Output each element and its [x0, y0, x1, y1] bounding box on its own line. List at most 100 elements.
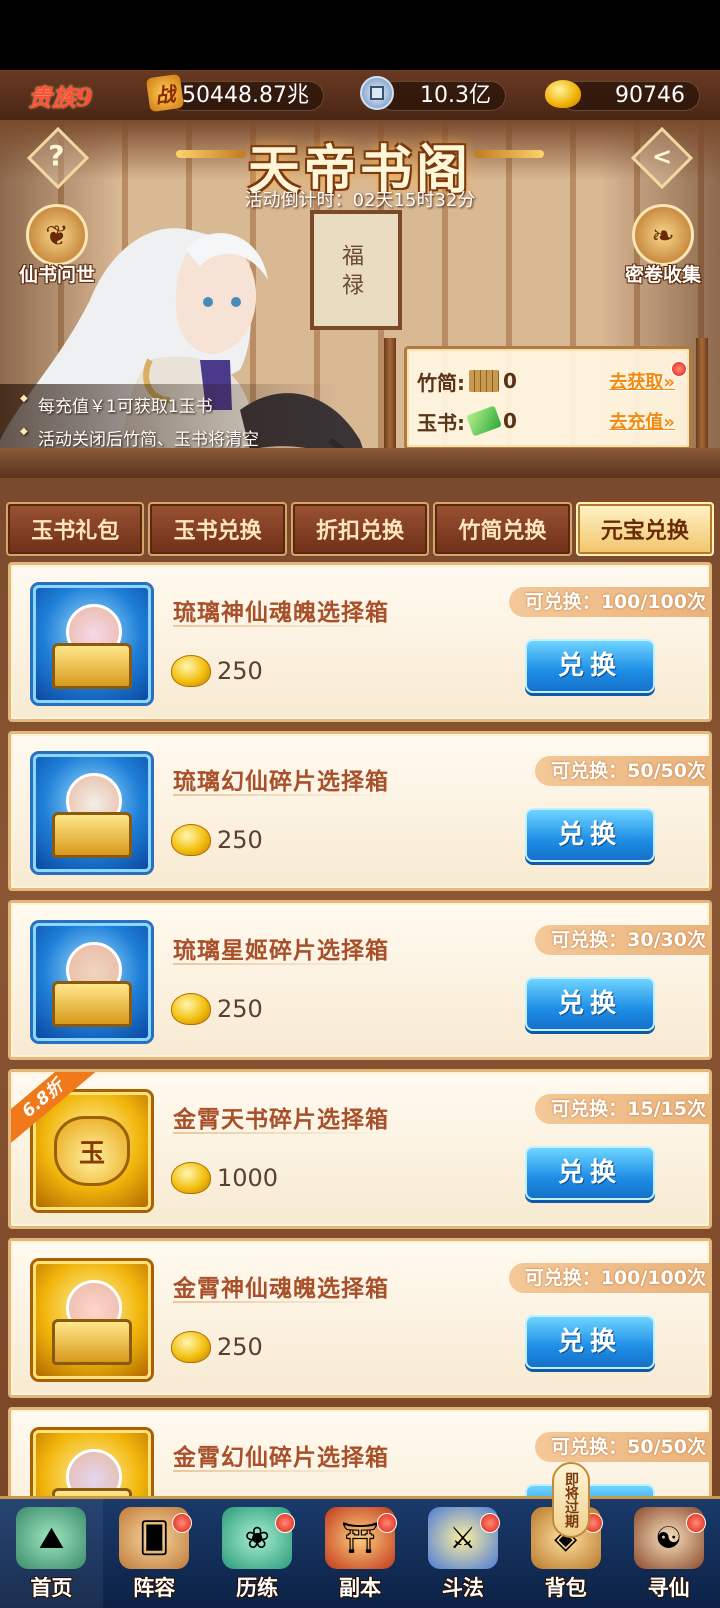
event-banner: 天帝书阁 活动倒计时：02天15时32分 ? < ❦ 仙书问世 ❧ 密卷收集 每… [0, 120, 720, 478]
gold-ingot-icon [171, 655, 211, 687]
exchange-tabs: 玉书礼包 玉书兑换 折扣兑换 竹简兑换 元宝兑换 [6, 502, 715, 556]
nav-item-1[interactable]: 🂠 阵容 [103, 1499, 206, 1608]
exchange-button[interactable]: 兑换 [525, 977, 655, 1031]
exchange-button[interactable]: 兑换 [525, 639, 655, 693]
exchange-button[interactable]: 兑换 [525, 1146, 655, 1200]
nav-label: 寻仙 [647, 1576, 690, 1600]
price-value: 250 [217, 826, 263, 854]
exchange-button[interactable]: 兑换 [525, 1315, 655, 1369]
notification-dot [671, 361, 687, 377]
gold-ingot-icon [171, 1162, 211, 1194]
scroll-icon: ❧ [632, 204, 694, 266]
item-price: 1000 [171, 1156, 278, 1200]
treasure-chest-icon[interactable] [33, 585, 151, 703]
power-icon: 战 [145, 73, 185, 113]
question-mark-icon: ? [48, 139, 65, 173]
open-book-icon: ❦ [26, 204, 88, 266]
exchange-quota: 可兑换：100/100次 [508, 587, 709, 617]
item-name: 琉璃幻仙碎片选择箱 [173, 769, 389, 795]
silver-value[interactable]: 10.3亿 [378, 81, 506, 111]
jade-token-label: 玉书: [417, 410, 465, 435]
bamboo-token-row: 竹简: 0 去获取» [417, 361, 687, 399]
gold-value[interactable]: 90746 [560, 81, 700, 111]
tab-3[interactable]: 竹简兑换 [433, 502, 572, 556]
event-countdown: 活动倒计时：02天15时32分 [244, 190, 476, 211]
notification-dot [274, 1513, 295, 1533]
nav-label: 历练 [236, 1576, 279, 1600]
nav-item-6[interactable]: ☯ 寻仙 [617, 1499, 720, 1608]
price-value: 250 [217, 995, 263, 1023]
note-item: 每充值￥1可获取1玉书 [0, 392, 320, 417]
item-name: 金霄天书碎片选择箱 [173, 1107, 389, 1133]
treasure-chest-icon[interactable] [33, 1261, 151, 1379]
bamboo-slip-icon [469, 370, 499, 392]
bamboo-token-count: 0 [503, 369, 517, 393]
nav-label: 首页 [30, 1576, 73, 1600]
item-name: 琉璃神仙魂魄选择箱 [173, 600, 389, 626]
note-item: 活动关闭后竹简、玉书将清空 [0, 425, 320, 450]
bamboo-token-label: 竹简: [417, 370, 465, 395]
divider [173, 1301, 391, 1303]
silver-coin-icon [360, 76, 394, 110]
tab-4[interactable]: 元宝兑换 [575, 502, 715, 556]
exchange-quota: 可兑换：15/15次 [535, 1094, 709, 1124]
divider [173, 1470, 391, 1472]
gold-ingot-icon [171, 824, 211, 856]
immortal-book-label: 仙书问世 [18, 264, 95, 286]
nav-item-0[interactable]: ⛰ 首页 [0, 1499, 103, 1608]
divider [173, 963, 391, 965]
divider [173, 625, 391, 627]
vip-level[interactable]: 贵族9 [28, 78, 93, 113]
item-price: 250 [171, 987, 263, 1031]
exchange-quota: 可兑换：50/50次 [535, 756, 709, 786]
nav-item-4[interactable]: ⚔ 斗法 [411, 1499, 514, 1608]
jade-token-count: 0 [503, 409, 517, 433]
tab-1[interactable]: 玉书兑换 [148, 502, 287, 556]
treasure-bag-icon[interactable]: 玉 [33, 1092, 151, 1210]
immortal-book-button[interactable]: ❦ 仙书问世 [12, 204, 102, 287]
divider [173, 794, 391, 796]
nav-label: 斗法 [441, 1576, 484, 1600]
item-name: 金霄神仙魂魄选择箱 [173, 1276, 389, 1302]
exchange-item: 金霄神仙魂魄选择箱 250 可兑换：100/100次兑换 [8, 1238, 712, 1398]
exchange-quota: 可兑换：50/50次 [535, 1432, 709, 1462]
exchange-quota: 可兑换：100/100次 [508, 1263, 709, 1293]
tab-2[interactable]: 折扣兑换 [290, 502, 430, 556]
price-value: 250 [217, 657, 263, 685]
tab-0[interactable]: 玉书礼包 [6, 502, 145, 556]
resource-bar: 贵族9 50448.87兆 战 10.3亿 90746 [0, 70, 720, 120]
nav-label: 阵容 [133, 1576, 176, 1600]
nav-item-2[interactable]: ❀ 历练 [206, 1499, 309, 1608]
divider [173, 1132, 391, 1134]
nav-label: 副本 [339, 1576, 381, 1600]
notification-dot [686, 1513, 707, 1533]
exchange-item: 琉璃幻仙碎片选择箱 250 可兑换：50/50次兑换 [8, 731, 712, 891]
power-value: 50448.87兆 [168, 81, 324, 111]
home-icon: ⛰ [16, 1507, 87, 1569]
item-name: 金霄幻仙碎片选择箱 [173, 1445, 389, 1471]
gold-ingot-icon [171, 1331, 211, 1363]
token-panel: 竹简: 0 去获取» 玉书: 0 去充值» [404, 346, 692, 450]
exchange-button[interactable]: 兑换 [525, 808, 655, 862]
banner-floor [0, 448, 720, 478]
status-area [0, 0, 720, 70]
exchange-quota: 可兑换：30/30次 [535, 925, 709, 955]
price-value: 250 [217, 1333, 263, 1361]
exchange-item: 玉 6.8折 金霄天书碎片选择箱 1000 可兑换：15/15次 兑换 [8, 1069, 712, 1229]
treasure-chest-icon[interactable] [33, 923, 151, 1041]
secret-scroll-button[interactable]: ❧ 密卷收集 [618, 204, 708, 287]
notification-dot [171, 1513, 192, 1533]
jade-book-icon [466, 405, 502, 437]
gold-ingot-icon [545, 80, 581, 108]
exchange-panel: 玉书礼包 玉书兑换 折扣兑换 竹简兑换 元宝兑换 琉璃神仙魂魄选择箱 250 可兑换：100… [0, 478, 720, 1567]
recharge-link[interactable]: 去充值» [609, 408, 675, 434]
nav-label: 背包 [544, 1576, 587, 1600]
item-price: 250 [171, 818, 263, 862]
price-value: 1000 [217, 1164, 279, 1192]
bottom-nav: ⛰ 首页 🂠 阵容 ❀ 历练 ⛩ 副本 ⚔ 斗法 ◈ 背包 ☯ 寻仙 [0, 1496, 720, 1608]
get-bamboo-link[interactable]: 去获取» [609, 368, 675, 394]
nav-item-3[interactable]: ⛩ 副本 [309, 1499, 412, 1608]
back-arrow-icon: < [651, 142, 673, 171]
expiring-tag[interactable]: 即将过期 [552, 1462, 590, 1538]
treasure-chest-icon[interactable] [33, 754, 151, 872]
